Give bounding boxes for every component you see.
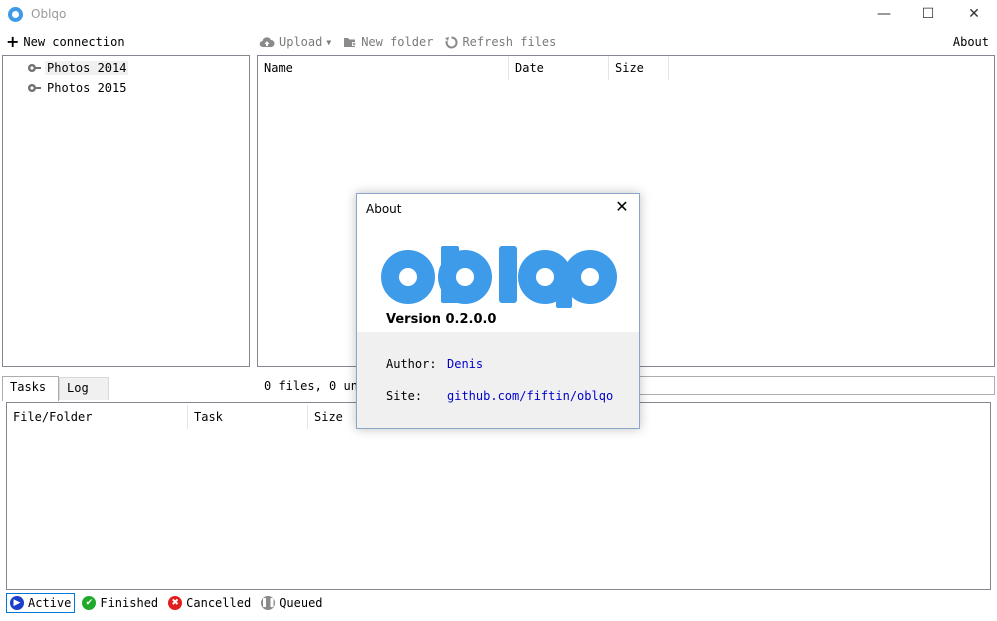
column-header-file-folder[interactable]: File/Folder xyxy=(7,405,188,429)
filter-label: Queued xyxy=(279,596,323,610)
filter-finished[interactable]: ✔ Finished xyxy=(79,593,161,613)
tree-item-photos-2014[interactable]: Photos 2014 xyxy=(27,60,129,76)
cloud-upload-icon xyxy=(259,37,275,48)
status-progress-box xyxy=(638,376,995,395)
refresh-files-label: Refresh files xyxy=(462,35,557,49)
glacier-vault-icon xyxy=(28,64,41,72)
refresh-icon xyxy=(445,35,458,48)
version-label: Version 0.2.0.0 xyxy=(386,312,497,327)
column-header-name[interactable]: Name xyxy=(258,56,509,80)
site-label: Site: xyxy=(386,389,423,403)
author-label: Author: xyxy=(386,357,437,371)
about-menu-button[interactable]: About xyxy=(953,35,989,49)
window-title: Oblqo xyxy=(31,7,67,21)
tab-log[interactable]: Log xyxy=(59,377,109,400)
column-header-task[interactable]: Task xyxy=(188,405,308,429)
refresh-files-button[interactable]: Refresh files xyxy=(445,35,556,49)
dialog-info-section: Author: Denis Site: github.com/fiftin/ob… xyxy=(357,332,639,428)
column-header-date[interactable]: Date xyxy=(509,56,609,80)
dropdown-arrow-icon: ▼ xyxy=(326,37,332,47)
author-link[interactable]: Denis xyxy=(447,357,483,371)
upload-button[interactable]: Upload ▼ xyxy=(259,35,331,49)
title-bar: Oblqo — ☐ ✕ xyxy=(0,0,997,30)
filter-label: Finished xyxy=(100,596,159,610)
dialog-close-button[interactable]: ✕ xyxy=(613,198,631,216)
task-list[interactable]: File/Folder Task Size xyxy=(6,402,991,590)
dialog-title: About xyxy=(366,202,402,216)
new-connection-button[interactable]: + New connection xyxy=(6,34,125,50)
new-folder-label: New folder xyxy=(361,35,434,49)
file-toolbar: Upload ▼ New folder Refresh files xyxy=(259,34,568,50)
file-count-status: 0 files, 0 una xyxy=(264,379,366,393)
filter-active[interactable]: ▶ Active xyxy=(6,593,76,613)
x-icon: ✖ xyxy=(168,596,183,610)
tree-item-photos-2015[interactable]: Photos 2015 xyxy=(27,80,128,96)
task-filter-bar: ▶ Active ✔ Finished ✖ Cancelled ❚❚ Queue… xyxy=(6,593,330,613)
maximize-button[interactable]: ☐ xyxy=(905,0,951,30)
check-icon: ✔ xyxy=(82,596,97,610)
site-link[interactable]: github.com/fiftin/oblqo xyxy=(447,389,613,403)
app-logo-icon xyxy=(8,7,23,22)
filter-queued[interactable]: ❚❚ Queued xyxy=(258,593,325,613)
glacier-vault-icon xyxy=(28,84,41,92)
new-connection-label: New connection xyxy=(23,35,125,49)
about-dialog: About ✕ Version 0.2.0.0 Author: Denis Si… xyxy=(356,193,640,429)
connection-tree[interactable]: Photos 2014 Photos 2015 xyxy=(2,55,250,367)
tree-item-label: Photos 2014 xyxy=(45,61,129,75)
filter-label: Cancelled xyxy=(186,596,252,610)
close-button[interactable]: ✕ xyxy=(951,0,997,30)
filter-cancelled[interactable]: ✖ Cancelled xyxy=(165,593,254,613)
filter-label: Active xyxy=(28,596,72,610)
new-folder-button[interactable]: New folder xyxy=(343,35,433,49)
play-icon: ▶ xyxy=(10,596,24,610)
plus-icon: + xyxy=(6,32,20,51)
pause-icon: ❚❚ xyxy=(260,596,276,610)
tab-tasks[interactable]: Tasks xyxy=(2,376,59,401)
upload-label: Upload xyxy=(279,35,323,49)
oblqo-logo xyxy=(381,246,617,308)
tree-item-label: Photos 2015 xyxy=(47,81,127,95)
column-header-size[interactable]: Size xyxy=(609,56,669,80)
minimize-button[interactable]: — xyxy=(861,0,907,30)
new-folder-icon xyxy=(344,38,357,47)
